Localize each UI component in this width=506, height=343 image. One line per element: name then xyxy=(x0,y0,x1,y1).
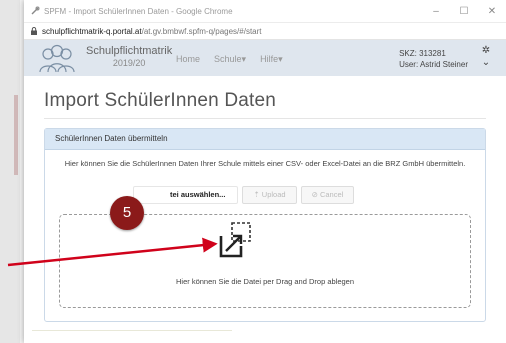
page-title: Import SchülerInnen Daten xyxy=(44,90,277,111)
user-menu[interactable]: ✲ ⌄ xyxy=(476,45,496,69)
lock-icon xyxy=(31,27,37,35)
address-bar[interactable]: schulpflichtmatrik-q.portal.at/at.gv.bmb… xyxy=(24,23,506,40)
brand-name: Schulpflichtmatrik xyxy=(86,45,173,57)
title-divider xyxy=(44,118,486,119)
caret-down-icon: ▾ xyxy=(241,54,247,64)
brand-year: 2019/20 xyxy=(112,58,146,68)
caret-down-icon: ▾ xyxy=(278,54,283,64)
maximize-button[interactable]: ☐ xyxy=(450,6,478,17)
close-button[interactable]: ✕ xyxy=(478,6,506,17)
nav-hilfe-label: Hilfe xyxy=(260,54,279,64)
panel-heading: SchülerInnen Daten übermitteln xyxy=(45,129,485,150)
panel-description: Hier können Sie die SchülerInnen Daten I… xyxy=(64,159,466,168)
window-title: SPFM - Import SchülerInnen Daten - Googl… xyxy=(44,6,233,16)
user-info: SKZ: 313281 User: Astrid Steiner xyxy=(399,48,468,70)
background-mark xyxy=(14,95,18,175)
background-document-edge xyxy=(0,0,20,343)
user-label: User: Astrid Steiner xyxy=(399,60,468,69)
nav-home[interactable]: Home xyxy=(176,54,200,65)
nav-hilfe[interactable]: Hilfe▾ xyxy=(260,54,283,65)
browser-window: SPFM - Import SchülerInnen Daten - Googl… xyxy=(24,0,506,343)
url-path: /at.gv.bmbwf.spfm-q/pages/#/start xyxy=(141,26,262,36)
app-brand[interactable]: Schulpflichtmatrik 2019/20 xyxy=(86,45,172,69)
nav-links: Home Schule▾ Hilfe▾ xyxy=(176,54,283,65)
drag-drop-icon xyxy=(219,222,251,258)
nav-schule-label: Schule xyxy=(214,54,242,64)
nav-schule[interactable]: Schule▾ xyxy=(214,54,246,65)
skz-label: SKZ: 313281 xyxy=(399,49,446,58)
minimize-button[interactable]: – xyxy=(422,6,450,17)
upload-button[interactable]: ⇡ Upload xyxy=(242,186,297,204)
main-content: Import SchülerInnen Daten SchülerInnen D… xyxy=(24,76,506,343)
upload-button-row: tei auswählen... ⇡ Upload ⊘ Cancel xyxy=(133,186,355,204)
footer-divider xyxy=(32,330,232,331)
upload-panel: SchülerInnen Daten übermitteln Hier könn… xyxy=(44,128,486,322)
title-bar: SPFM - Import SchülerInnen Daten - Googl… xyxy=(24,0,506,23)
chevron-down-icon[interactable]: ⌄ xyxy=(476,57,496,69)
people-logo-icon[interactable] xyxy=(38,44,76,74)
choose-file-button[interactable]: tei auswählen... xyxy=(133,186,239,204)
settings-icon[interactable]: ✲ xyxy=(476,45,496,57)
url-domain: schulpflichtmatrik-q.portal.at xyxy=(42,26,142,36)
step-number-badge: 5 xyxy=(110,196,144,230)
dropzone-text: Hier können Sie die Datei per Drag and D… xyxy=(175,277,355,286)
chrome-icon xyxy=(31,6,40,15)
cancel-button[interactable]: ⊘ Cancel xyxy=(300,186,355,204)
app-navbar: Schulpflichtmatrik 2019/20 Home Schule▾ … xyxy=(24,40,506,78)
